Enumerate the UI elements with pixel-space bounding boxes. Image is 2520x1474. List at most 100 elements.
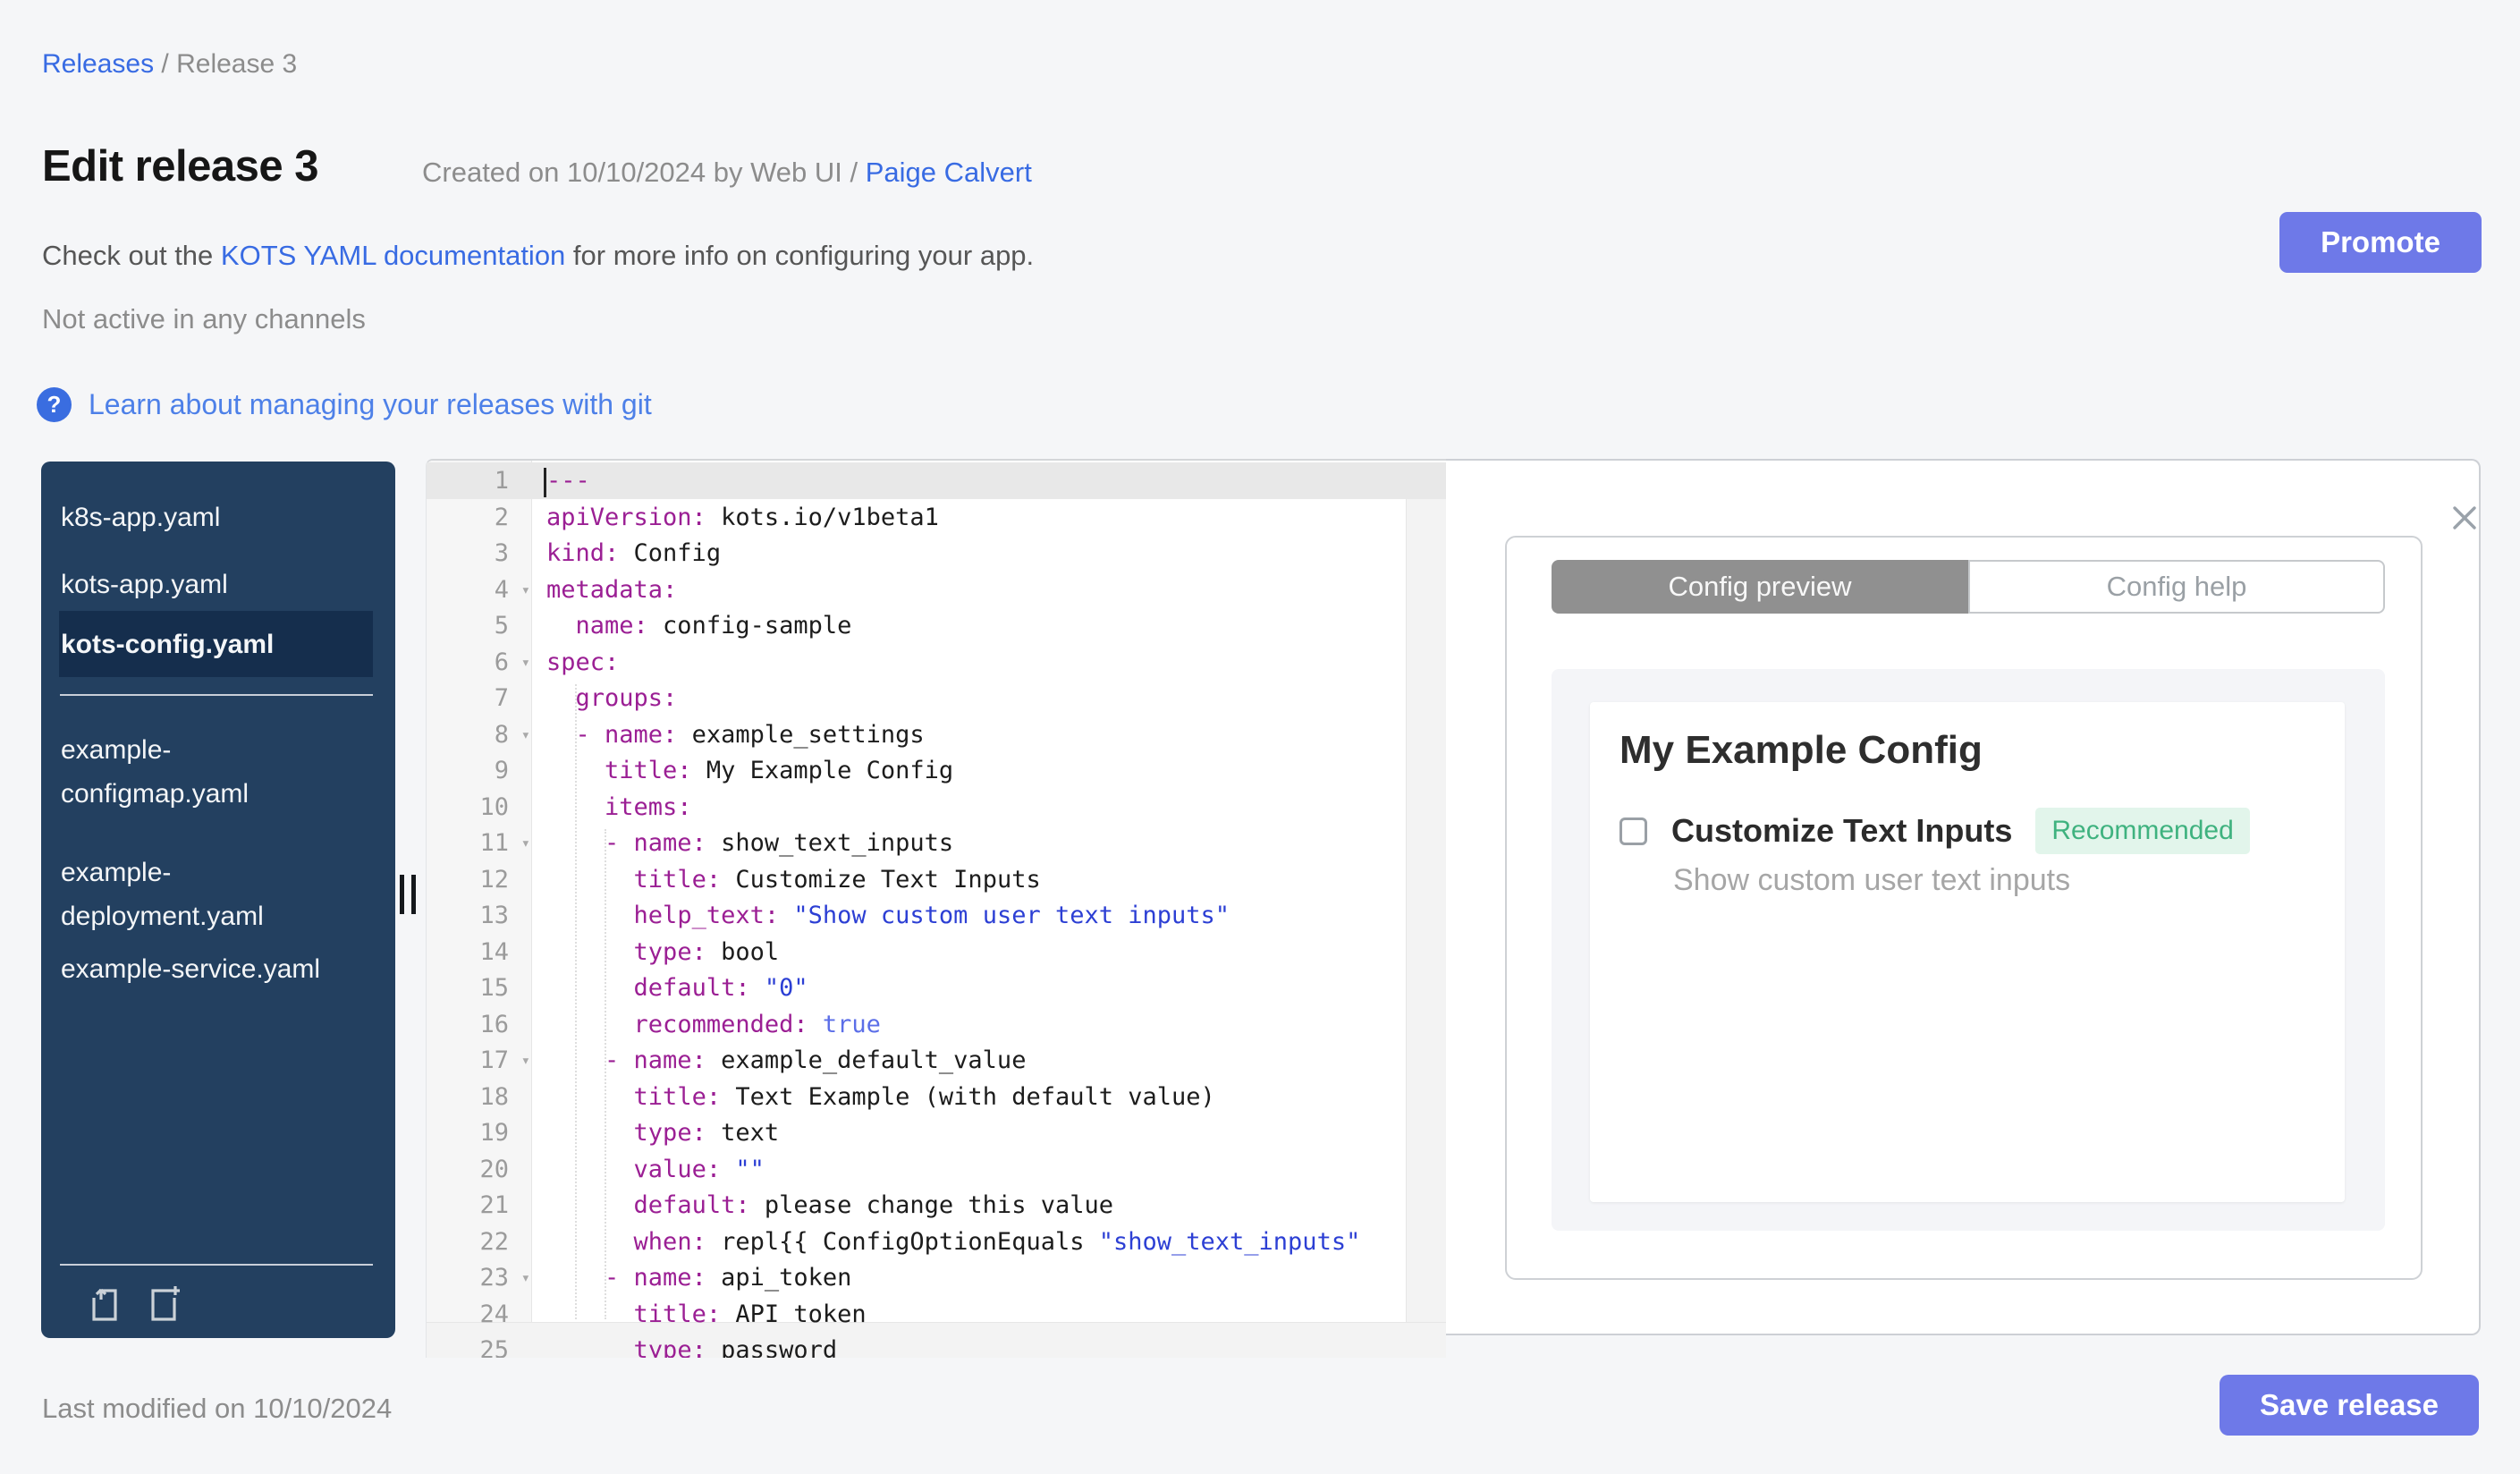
config-item-label: Customize Text Inputs (1671, 812, 2013, 849)
sidebar-item-k8s-app-yaml[interactable]: k8s-app.yaml (61, 496, 373, 539)
line-number: 1 (494, 467, 509, 495)
created-text: Created on 10/10/2024 by Web UI / (422, 157, 866, 188)
code-line: - name: show_text_inputs (605, 829, 954, 857)
last-modified-text: Last modified on 10/10/2024 (42, 1393, 393, 1424)
breadcrumb-separator: / (161, 49, 169, 79)
line-number: 5 (494, 612, 509, 640)
code-line: default: "0" (633, 974, 808, 1002)
sidebar-item-kots-config-yaml[interactable]: kots-config.yaml (59, 611, 373, 677)
code-line: default: please change this value (633, 1191, 1113, 1219)
code-line: title: Customize Text Inputs (633, 865, 1041, 894)
help-icon: ? (37, 387, 72, 422)
sidebar-item-example-deployment-yaml[interactable]: example-deployment.yaml (61, 851, 373, 938)
author-link[interactable]: Paige Calvert (866, 157, 1032, 188)
fold-arrow-icon[interactable]: ▾ (521, 826, 530, 862)
code-line: recommended: true (633, 1010, 881, 1038)
close-icon[interactable] (2447, 500, 2482, 536)
line-number: 7 (494, 684, 509, 712)
line-number: 24 (479, 1300, 509, 1328)
line-number: 11 ▾ (427, 826, 532, 862)
editor-code-content[interactable]: --- apiVersion: kots.io/v1beta1 kind: Conf… (546, 463, 1405, 1358)
created-info: Created on 10/10/2024 by Web UI / Paige … (422, 157, 1032, 189)
docs-note-suffix: for more info on configuring your app. (565, 240, 1035, 271)
code-line: title: My Example Config (605, 757, 954, 784)
customize-text-inputs-checkbox[interactable] (1619, 817, 1647, 845)
page-title: Edit release 3 (42, 142, 318, 191)
line-number: 18 (479, 1082, 509, 1111)
file-list-divider (60, 694, 373, 696)
code-line: title: API token (633, 1300, 867, 1328)
line-number: 25 (479, 1336, 509, 1358)
yaml-code-editor[interactable]: 1 2 3 4 ▾ 5 6 ▾ 7 8 ▾ 9 10 11 ▾ 12 13 14 15 16 17 ▾ 18 19 20 21 22… (426, 459, 1446, 1358)
upload-file-icon[interactable] (85, 1283, 128, 1326)
breadcrumb: Releases / Release 3 (42, 49, 297, 80)
breadcrumb-releases-link[interactable]: Releases (42, 49, 154, 79)
code-line: value: "" (633, 1155, 765, 1183)
learn-git-label: Learn about managing your releases with … (89, 388, 652, 420)
config-preview-card: Config preview Config help My Example Co… (1505, 536, 2423, 1280)
line-number: 22 (479, 1227, 509, 1256)
save-release-button[interactable]: Save release (2220, 1375, 2479, 1436)
line-number: 12 (479, 865, 509, 894)
line-number: 6 ▾ (427, 645, 532, 682)
line-number: 3 (494, 539, 509, 567)
preview-tabs: Config preview Config help (1552, 560, 2385, 614)
editor-vertical-scrollbar[interactable] (1406, 462, 1446, 1322)
tab-config-help[interactable]: Config help (1968, 560, 2385, 614)
fold-arrow-icon[interactable]: ▾ (521, 1260, 530, 1297)
code-line: - name: example_default_value (605, 1046, 1027, 1074)
channel-status: Not active in any channels (42, 303, 366, 335)
line-number: 16 (479, 1010, 509, 1038)
code-line: type: password (633, 1336, 838, 1358)
sidebar-item-kots-app-yaml[interactable]: kots-app.yaml (61, 563, 373, 606)
code-line: metadata: (546, 575, 678, 604)
code-line: kind: Config (546, 539, 722, 567)
fold-arrow-icon[interactable]: ▾ (521, 645, 530, 682)
line-number: 20 (479, 1155, 509, 1183)
editor-line-numbers: 1 2 3 4 ▾ 5 6 ▾ 7 8 ▾ 9 10 11 ▾ 12 13 14 15 16 17 ▾ 18 19 20 21 22… (427, 463, 532, 1358)
line-number: 17 ▾ (427, 1043, 532, 1080)
config-preview-panel: Config preview Config help My Example Co… (1446, 459, 2481, 1335)
new-file-icon[interactable] (144, 1283, 187, 1326)
line-number: 8 ▾ (427, 717, 532, 754)
kots-yaml-docs-link[interactable]: KOTS YAML documentation (221, 240, 565, 271)
line-number: 21 (479, 1191, 509, 1219)
config-group-card: My Example Config Customize Text Inputs … (1590, 702, 2345, 1202)
line-number: 9 (494, 757, 509, 784)
sidebar-editor-resize-handle[interactable] (400, 875, 416, 914)
code-line: type: text (633, 1119, 780, 1147)
code-line: groups: (575, 684, 678, 712)
code-line: title: Text Example (with default value) (633, 1082, 1215, 1111)
code-line: - name: api_token (605, 1264, 852, 1292)
line-number: 14 (479, 937, 509, 966)
editor-text-cursor (544, 468, 546, 497)
sidebar-item-example-configmap-yaml[interactable]: example-configmap.yaml (61, 728, 373, 816)
line-number: 13 (479, 902, 509, 929)
promote-button[interactable]: Promote (2279, 212, 2482, 273)
docs-note: Check out the KOTS YAML documentation fo… (42, 240, 1034, 272)
code-line: when: repl{{ ConfigOptionEquals "show_te… (633, 1227, 1361, 1256)
config-render-area: My Example Config Customize Text Inputs … (1552, 669, 2385, 1231)
fold-arrow-icon[interactable]: ▾ (521, 572, 530, 609)
code-line: name: config-sample (575, 612, 852, 640)
line-number: 2 (494, 503, 509, 531)
line-number: 4 ▾ (427, 572, 532, 609)
breadcrumb-current: Release 3 (176, 49, 298, 79)
line-number: 19 (479, 1119, 509, 1147)
line-number: 15 (479, 974, 509, 1002)
code-line: - name: example_settings (575, 720, 925, 749)
tab-config-preview[interactable]: Config preview (1552, 560, 1968, 614)
code-line: help_text: "Show custom user text inputs… (633, 902, 1230, 929)
sidebar-item-example-service-yaml[interactable]: example-service.yaml (61, 947, 373, 991)
line-number: 23 ▾ (427, 1260, 532, 1297)
config-item-row: Customize Text Inputs Recommended (1619, 808, 2250, 854)
fold-arrow-icon[interactable]: ▾ (521, 717, 530, 754)
recommended-badge: Recommended (2035, 808, 2250, 854)
learn-git-link[interactable]: ? Learn about managing your releases wit… (37, 387, 652, 422)
code-line: type: bool (633, 937, 780, 966)
config-group-title: My Example Config (1619, 728, 1983, 772)
fold-arrow-icon[interactable]: ▾ (521, 1043, 530, 1080)
config-item-help-text: Show custom user text inputs (1673, 863, 2071, 897)
file-tree-sidebar: k8s-app.yaml kots-app.yaml kots-config.yam… (41, 462, 395, 1338)
docs-note-prefix: Check out the (42, 240, 221, 271)
